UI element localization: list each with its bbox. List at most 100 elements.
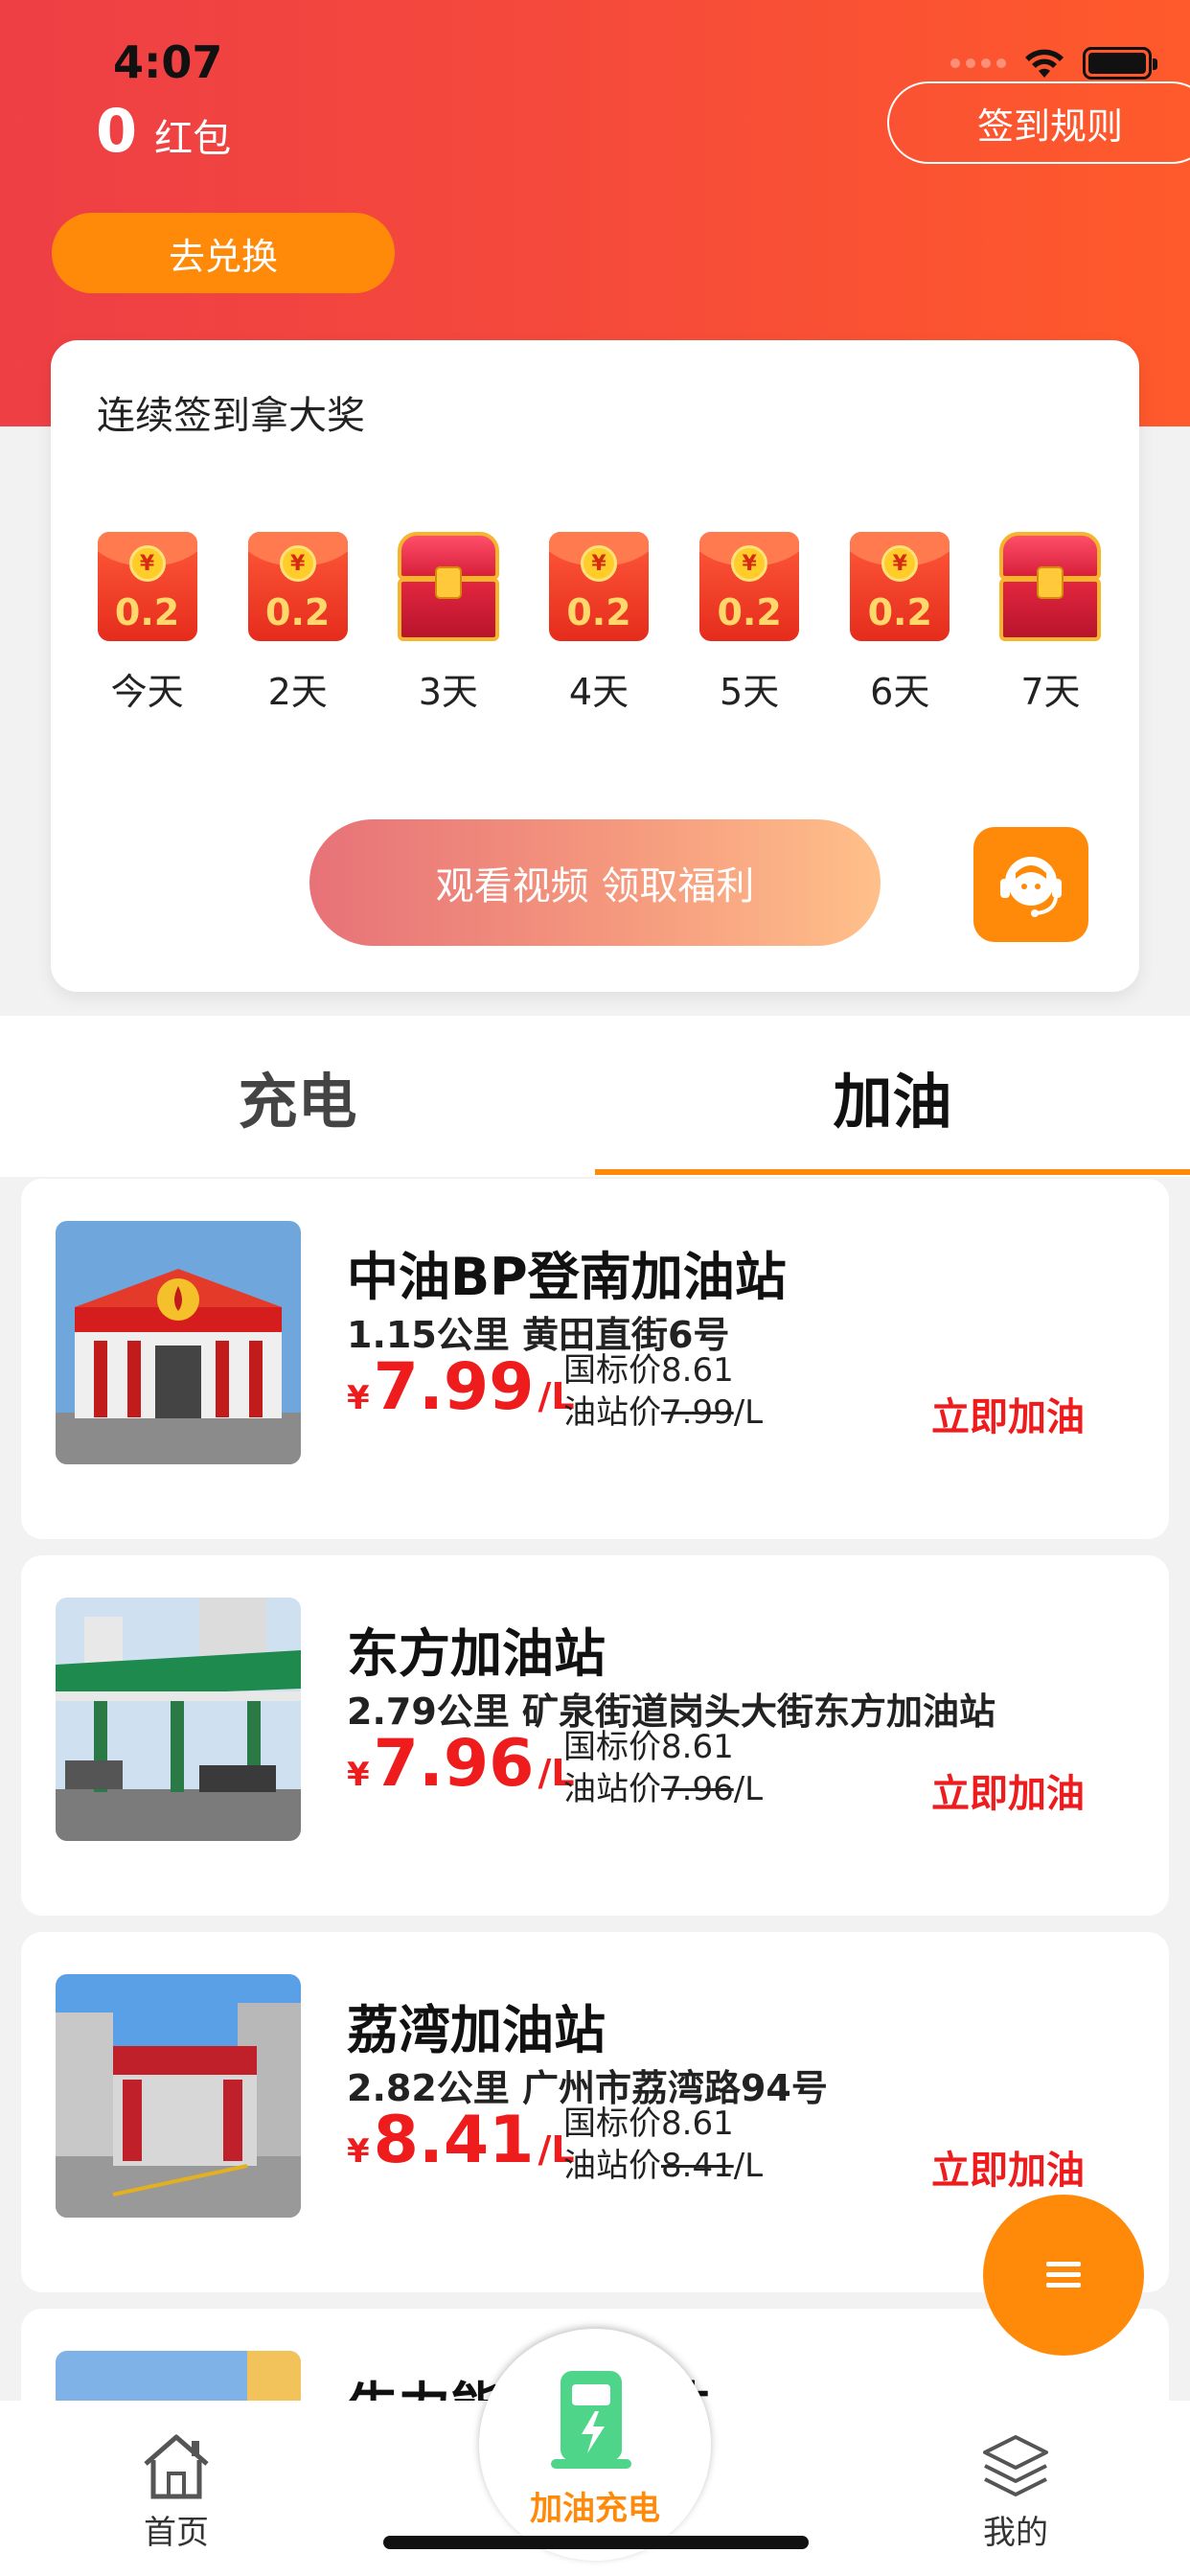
signin-day-label: 6天 [870, 671, 930, 713]
customer-service-button[interactable] [973, 827, 1088, 942]
station-name: 东方加油站 [347, 1623, 606, 1684]
watch-video-button[interactable]: 观看视频 领取福利 [309, 819, 881, 946]
nav-home[interactable]: 首页 [80, 2429, 272, 2553]
reward-amount: 0.2 [114, 591, 180, 633]
battery-icon [1083, 47, 1157, 80]
tab-charging[interactable]: 充电 [0, 1016, 595, 1177]
signin-title: 连续签到拿大奖 [97, 394, 365, 438]
signin-day: ¥0.2 6天 [825, 532, 975, 715]
coin-icon: ¥ [128, 545, 166, 582]
status-time: 4:07 [113, 36, 223, 88]
refuel-now-button[interactable]: 立即加油 [931, 2139, 1085, 2195]
customer-service-icon [1000, 857, 1062, 917]
station-price-unit: /L [733, 1770, 764, 1808]
signin-day: ¥0.2 今天 [72, 532, 222, 715]
reward-amount: 0.2 [265, 591, 331, 633]
currency-symbol: ¥ [347, 1379, 370, 1417]
signin-day: ¥0.2 2天 [222, 532, 373, 715]
reference-prices: 国标价8.61 油站价7.99/L [563, 1349, 763, 1434]
national-price: 国标价8.61 [563, 2104, 734, 2143]
currency-symbol: ¥ [347, 2132, 370, 2171]
reference-prices: 国标价8.61 油站价8.41/L [563, 2103, 763, 2187]
red-envelope-icon: ¥0.2 [699, 532, 800, 641]
coin-icon: ¥ [881, 545, 919, 582]
points-display: 0 红包 [96, 96, 231, 166]
active-tab-indicator [595, 1169, 1190, 1175]
coin-icon: ¥ [279, 545, 316, 582]
red-envelope-icon: ¥0.2 [548, 532, 649, 641]
station-price-original: 8.41 [661, 2147, 734, 2185]
national-price: 国标价8.61 [563, 1728, 734, 1766]
signin-day-label: 3天 [418, 671, 478, 713]
signin-card: 连续签到拿大奖 ¥0.2 今天 ¥0.2 2天 3天 ¥0.2 4天 ¥0.2 5天 ¥0.2 6天… [51, 340, 1139, 992]
station-price-label: 油站价 [563, 1393, 661, 1432]
nav-home-label: 首页 [144, 2514, 209, 2552]
station-name: 中油BP登南加油站 [347, 1247, 787, 1307]
wifi-icon [1025, 49, 1064, 78]
nav-mine-label: 我的 [983, 2514, 1048, 2552]
price-value: 7.96 [373, 1726, 535, 1802]
layers-icon [983, 2435, 1048, 2496]
points-value: 0 [96, 96, 138, 166]
price-value: 8.41 [373, 2103, 535, 2178]
home-indicator [383, 2536, 809, 2549]
signin-days: ¥0.2 今天 ¥0.2 2天 3天 ¥0.2 4天 ¥0.2 5天 ¥0.2 6天 7天 [72, 532, 1126, 715]
coin-icon: ¥ [731, 545, 768, 582]
red-envelope-icon: ¥0.2 [247, 532, 348, 641]
station-card[interactable]: 东方加油站 2.79公里 矿泉街道岗头大街东方加油站 ¥ 7.96 /L 国标价… [21, 1555, 1169, 1916]
signin-day-label: 今天 [110, 671, 184, 713]
signin-day: 7天 [975, 532, 1126, 715]
reward-amount: 0.2 [867, 591, 932, 633]
charging-station-icon [551, 2371, 631, 2469]
station-card[interactable]: 中油BP登南加油站 1.15公里 黄田直街6号 ¥ 7.99 /L 国标价8.6… [21, 1179, 1169, 1539]
station-price: ¥ 8.41 /L [347, 2103, 575, 2178]
station-list-price: 油站价8.41/L [563, 2145, 763, 2187]
station-price: ¥ 7.96 /L [347, 1726, 575, 1802]
tab-fueling[interactable]: 加油 [595, 1016, 1190, 1177]
station-photo [56, 1974, 301, 2218]
station-price-unit: /L [733, 1393, 764, 1432]
treasure-chest-icon [999, 532, 1102, 641]
red-envelope-icon: ¥0.2 [97, 532, 197, 641]
exchange-button[interactable]: 去兑换 [52, 213, 395, 293]
signin-day: ¥0.2 4天 [523, 532, 674, 715]
signin-day: 3天 [373, 532, 523, 715]
station-photo [56, 1221, 301, 1464]
reward-amount: 0.2 [566, 591, 631, 633]
signin-day: ¥0.2 5天 [675, 532, 825, 715]
signin-day-label: 5天 [720, 671, 780, 713]
refuel-now-button[interactable]: 立即加油 [931, 1762, 1085, 1818]
points-label: 红包 [154, 117, 232, 161]
menu-icon [1046, 2262, 1081, 2288]
reward-amount: 0.2 [717, 591, 782, 633]
reference-prices: 国标价8.61 油站价7.96/L [563, 1726, 763, 1810]
station-photo [56, 1598, 301, 1841]
signin-day-label: 4天 [568, 671, 629, 713]
station-price-original: 7.96 [661, 1770, 734, 1808]
station-price-unit: /L [733, 2147, 764, 2185]
station-list-price: 油站价7.96/L [563, 1768, 763, 1810]
service-tabs: 充电 加油 [0, 1016, 1190, 1177]
station-list-price: 油站价7.99/L [563, 1392, 763, 1434]
treasure-chest-icon [397, 532, 499, 641]
nav-fuel-charge-label: 加油充电 [530, 2490, 660, 2528]
station-price-label: 油站价 [563, 1770, 661, 1808]
signin-day-label: 7天 [1020, 671, 1081, 713]
home-icon [144, 2434, 209, 2499]
station-name: 荔湾加油站 [347, 2000, 606, 2060]
signal-icon [950, 58, 1006, 68]
signin-rules-button[interactable]: 签到规则 [887, 81, 1190, 164]
nav-fuel-charge[interactable]: 加油充电 [479, 2329, 711, 2561]
refuel-now-button[interactable]: 立即加油 [931, 1386, 1085, 1441]
station-price: ¥ 7.99 /L [347, 1349, 575, 1425]
status-icons [950, 44, 1157, 82]
station-photo [56, 2351, 301, 2401]
red-envelope-icon: ¥0.2 [850, 532, 950, 641]
currency-symbol: ¥ [347, 1756, 370, 1794]
nav-mine[interactable]: 我的 [920, 2429, 1111, 2553]
price-value: 7.99 [373, 1349, 535, 1425]
floating-menu-button[interactable] [983, 2195, 1144, 2356]
station-price-original: 7.99 [661, 1393, 734, 1432]
station-price-label: 油站价 [563, 2147, 661, 2185]
coin-icon: ¥ [580, 545, 617, 582]
